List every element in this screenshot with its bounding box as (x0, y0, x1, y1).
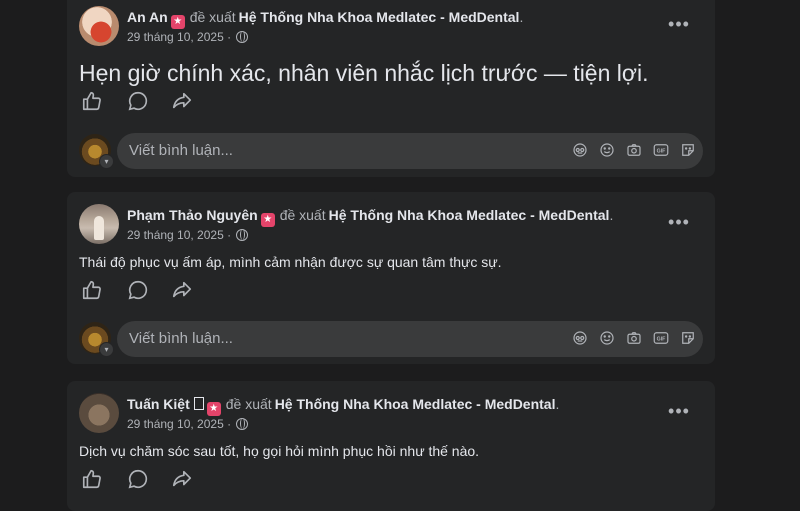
emoji-button[interactable] (598, 329, 618, 349)
like-icon (82, 469, 101, 489)
gif-button[interactable]: GIF (652, 329, 672, 349)
gif-icon: GIF (653, 332, 669, 344)
post-text: Hẹn giờ chính xác, nhân viên nhắc lịch t… (79, 60, 649, 86)
page-name-link[interactable]: Hệ Thống Nha Khoa Medlatec - MedDental (275, 396, 556, 412)
post-meta: 29 tháng 10, 2025 · (127, 227, 249, 243)
post-text: Thái độ phục vụ ấm áp, mình cảm nhận đượ… (79, 254, 502, 270)
post-title-line: An An ★ đề xuất Hệ Thống Nha Khoa Medlatec … (127, 8, 523, 29)
comment-placeholder: Viết bình luận... (129, 330, 233, 347)
comment-tools: GIF (571, 141, 695, 161)
post-text: Dịch vụ chăm sóc sau tốt, họ gọi hỏi mìn… (79, 443, 480, 459)
author-name[interactable]: An An (127, 9, 168, 25)
emoji-button[interactable] (598, 141, 618, 161)
like-button[interactable] (81, 468, 107, 494)
avatar-sticker-button[interactable] (571, 141, 591, 161)
sticker-icon (682, 144, 694, 156)
share-button[interactable] (171, 468, 197, 494)
title-period: . (555, 396, 560, 412)
comment-icon (128, 469, 148, 489)
avatar[interactable] (79, 6, 119, 46)
comment-placeholder: Viết bình luận... (129, 142, 233, 159)
comment-icon (128, 280, 148, 300)
page-name-link[interactable]: Hệ Thống Nha Khoa Medlatec - MedDental (329, 207, 610, 223)
post-header: An An ★ đề xuất Hệ Thống Nha Khoa Medlatec … (79, 6, 703, 50)
svg-text:GIF: GIF (657, 336, 667, 342)
more-options-button[interactable]: ••• (665, 401, 693, 421)
like-icon (82, 91, 101, 111)
avatar[interactable]: ▾ (79, 322, 114, 357)
globe-icon (236, 229, 249, 241)
post-meta: 29 tháng 10, 2025 · (127, 29, 249, 45)
avatar-sticker-icon (573, 143, 587, 157)
recommend-badge-icon: ★ (206, 402, 221, 416)
meta-separator: · (227, 30, 232, 44)
post-header: Phạm Thảo Nguyên ★ đề xuất Hệ Thống Nha Kho… (79, 204, 703, 248)
post-title-line: Phạm Thảo Nguyên ★ đề xuất Hệ Thống Nha Kho… (127, 206, 613, 227)
recommend-verb: đề xuất (225, 396, 272, 412)
gif-icon: GIF (653, 144, 669, 156)
more-options-button[interactable]: ••• (665, 212, 693, 232)
recommend-badge-icon: ★ (260, 213, 275, 227)
emoji-icon (600, 331, 614, 345)
comment-input[interactable]: Viết bình luận... GIF (117, 321, 703, 357)
comment-button[interactable] (127, 468, 153, 494)
author-name[interactable]: Tuấn Kiệt (127, 396, 190, 412)
post-meta: 29 tháng 10, 2025 · (127, 416, 249, 432)
camera-button[interactable] (625, 141, 645, 161)
chevron-down-icon[interactable]: ▾ (99, 154, 114, 169)
recommend-verb: đề xuất (279, 207, 326, 223)
avatar[interactable] (79, 393, 119, 433)
post-date[interactable]: 29 tháng 10, 2025 (127, 228, 224, 242)
post-card: An An ★ đề xuất Hệ Thống Nha Khoa Medlatec … (67, 0, 715, 177)
share-icon (172, 281, 192, 298)
globe-icon (236, 418, 249, 430)
svg-text:GIF: GIF (657, 148, 667, 154)
globe-icon (236, 31, 249, 43)
comment-button[interactable] (127, 90, 153, 116)
comment-composer: ▾ Viết bình luận... GIF (79, 321, 703, 357)
comment-icon (128, 91, 148, 111)
emoji-icon (600, 143, 614, 157)
share-button[interactable] (171, 279, 197, 305)
avatar[interactable] (79, 204, 119, 244)
recommend-badge-icon: ★ (170, 15, 185, 29)
post-card: Tuấn Kiệt ★ đề xuất Hệ Thống Nha Khoa Medla… (67, 381, 715, 511)
sticker-button[interactable] (679, 329, 699, 349)
post-card: Phạm Thảo Nguyên ★ đề xuất Hệ Thống Nha Kho… (67, 192, 715, 364)
meta-separator: · (227, 228, 232, 242)
comment-tools: GIF (571, 329, 695, 349)
avatar-sticker-button[interactable] (571, 329, 591, 349)
sticker-button[interactable] (679, 141, 699, 161)
title-period: . (609, 207, 614, 223)
share-icon (172, 92, 192, 109)
like-button[interactable] (81, 90, 107, 116)
more-options-button[interactable]: ••• (665, 14, 693, 34)
chevron-down-icon[interactable]: ▾ (99, 342, 114, 357)
share-icon (172, 470, 192, 487)
comment-button[interactable] (127, 279, 153, 305)
post-title-line: Tuấn Kiệt ★ đề xuất Hệ Thống Nha Khoa Medla… (127, 395, 559, 416)
like-icon (82, 280, 101, 300)
post-date[interactable]: 29 tháng 10, 2025 (127, 30, 224, 44)
sticker-icon (682, 332, 694, 344)
title-period: . (519, 9, 524, 25)
camera-button[interactable] (625, 329, 645, 349)
avatar-sticker-icon (573, 331, 587, 345)
camera-icon (627, 144, 641, 156)
emoji-placeholder-icon (193, 397, 204, 410)
share-button[interactable] (171, 90, 197, 116)
recommend-verb: đề xuất (189, 9, 236, 25)
post-date[interactable]: 29 tháng 10, 2025 (127, 417, 224, 431)
avatar[interactable]: ▾ (79, 134, 114, 169)
comment-input[interactable]: Viết bình luận... GIF (117, 133, 703, 169)
comment-composer: ▾ Viết bình luận... GIF (79, 133, 703, 169)
page-name-link[interactable]: Hệ Thống Nha Khoa Medlatec - MedDental (239, 9, 520, 25)
post-header: Tuấn Kiệt ★ đề xuất Hệ Thống Nha Khoa Medla… (79, 393, 703, 437)
like-button[interactable] (81, 279, 107, 305)
meta-separator: · (227, 417, 232, 431)
camera-icon (627, 332, 641, 344)
author-name[interactable]: Phạm Thảo Nguyên (127, 207, 258, 223)
gif-button[interactable]: GIF (652, 141, 672, 161)
